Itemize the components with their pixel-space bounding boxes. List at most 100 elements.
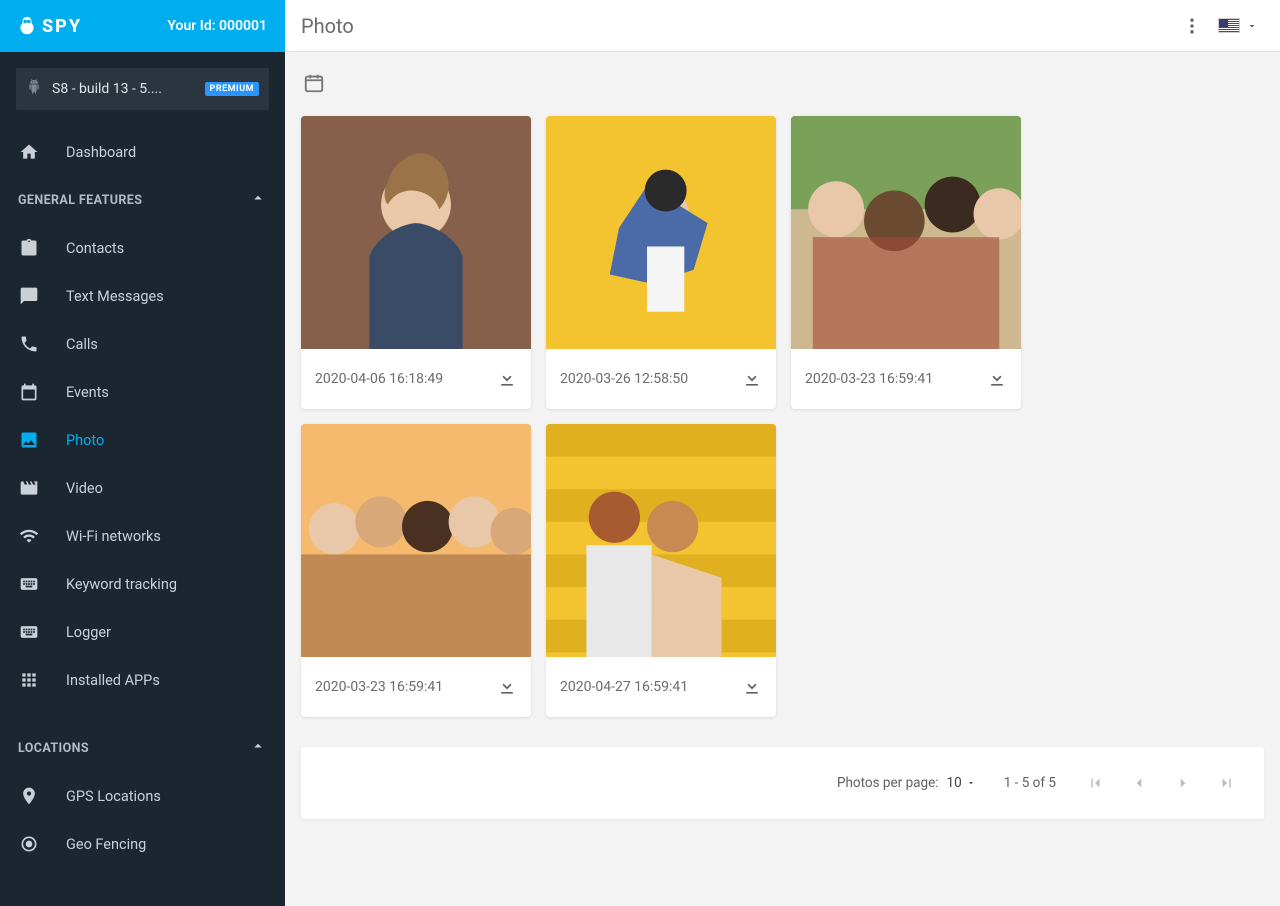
sidebar-item-geo-fencing[interactable]: Geo Fencing <box>0 820 285 868</box>
photo-card-footer: 2020-03-23 16:59:41 <box>301 657 531 717</box>
sidebar-item-gps-locations[interactable]: GPS Locations <box>0 772 285 820</box>
chevron-up-icon <box>249 737 267 759</box>
prev-page-button[interactable] <box>1128 772 1150 794</box>
download-button[interactable] <box>497 369 517 389</box>
photo-thumbnail <box>301 116 531 349</box>
sidebar-item-label: GPS Locations <box>66 788 161 805</box>
photo-card[interactable]: 2020-03-23 16:59:41 <box>791 116 1021 409</box>
photo-timestamp: 2020-04-27 16:59:41 <box>560 679 688 695</box>
sidebar-item-label: Video <box>66 480 103 497</box>
section-label: LOCATIONS <box>18 741 89 756</box>
logo-icon <box>16 15 38 37</box>
photo-thumbnail <box>546 424 776 657</box>
home-icon <box>18 141 40 163</box>
pagination-buttons <box>1084 772 1238 794</box>
phone-icon <box>18 333 40 355</box>
sidebar-item-dashboard[interactable]: Dashboard <box>0 128 285 176</box>
apps-icon <box>18 669 40 691</box>
section-general-features[interactable]: GENERAL FEATURES <box>0 176 285 224</box>
sidebar-item-logger[interactable]: Logger <box>0 608 285 656</box>
premium-badge: PREMIUM <box>205 82 259 96</box>
per-page-control: Photos per page: 10 <box>837 775 976 791</box>
sidebar-item-label: Installed APPs <box>66 672 160 689</box>
last-page-button[interactable] <box>1216 772 1238 794</box>
keyboard-icon <box>18 621 40 643</box>
sidebar-item-calls[interactable]: Calls <box>0 320 285 368</box>
sidebar-item-label: Geo Fencing <box>66 836 146 853</box>
photo-thumbnail <box>301 424 531 657</box>
device-label: S8 - build 13 - 5.... <box>52 81 162 97</box>
us-flag-icon <box>1218 18 1240 33</box>
chevron-down-icon <box>966 778 976 788</box>
photo-card[interactable]: 2020-04-06 16:18:49 <box>301 116 531 409</box>
photo-card-footer: 2020-04-06 16:18:49 <box>301 349 531 409</box>
brand-logo[interactable]: SPY <box>16 15 82 37</box>
sidebar-item-label: Dashboard <box>66 144 136 161</box>
photo-timestamp: 2020-03-26 12:58:50 <box>560 371 688 387</box>
download-button[interactable] <box>987 369 1007 389</box>
sidebar-item-events[interactable]: Events <box>0 368 285 416</box>
page-range-label: 1 - 5 of 5 <box>1004 775 1056 791</box>
photo-thumbnail <box>791 116 1021 349</box>
download-button[interactable] <box>497 677 517 697</box>
sidebar-item-video[interactable]: Video <box>0 464 285 512</box>
sidebar-header: SPY Your Id: 000001 <box>0 0 285 52</box>
photo-timestamp: 2020-03-23 16:59:41 <box>315 679 443 695</box>
first-page-button[interactable] <box>1084 772 1106 794</box>
next-page-button[interactable] <box>1172 772 1194 794</box>
device-selector[interactable]: S8 - build 13 - 5.... PREMIUM <box>16 68 269 110</box>
calendar-filter-button[interactable] <box>303 72 327 96</box>
photo-timestamp: 2020-03-23 16:59:41 <box>805 371 933 387</box>
photo-card-footer: 2020-04-27 16:59:41 <box>546 657 776 717</box>
chat-icon <box>18 285 40 307</box>
clipboard-icon <box>18 237 40 259</box>
sidebar-item-photo[interactable]: Photo <box>0 416 285 464</box>
download-button[interactable] <box>742 677 762 697</box>
photo-card-footer: 2020-03-23 16:59:41 <box>791 349 1021 409</box>
content: 2020-04-06 16:18:49 2020-03-26 12:58:50 <box>285 52 1280 906</box>
sidebar-item-text-messages[interactable]: Text Messages <box>0 272 285 320</box>
page-title: Photo <box>301 14 354 38</box>
chevron-up-icon <box>249 189 267 211</box>
photo-card-footer: 2020-03-26 12:58:50 <box>546 349 776 409</box>
sidebar-item-installed-apps[interactable]: Installed APPs <box>0 656 285 704</box>
per-page-label: Photos per page: <box>837 775 939 791</box>
user-id-label: Your Id: 000001 <box>167 18 267 34</box>
main-area: Photo 2020-04-06 16:18:49 <box>285 0 1280 906</box>
chevron-down-icon <box>1246 20 1258 32</box>
android-icon <box>26 79 42 99</box>
per-page-select[interactable]: 10 <box>947 775 976 791</box>
sidebar-item-label: Calls <box>66 336 98 353</box>
calendar-icon <box>303 72 325 94</box>
kebab-icon <box>1182 16 1202 36</box>
pin-icon <box>18 785 40 807</box>
brand-text: SPY <box>42 16 82 37</box>
sidebar-item-contacts[interactable]: Contacts <box>0 224 285 272</box>
sidebar-item-label: Wi-Fi networks <box>66 528 161 545</box>
calendar-icon <box>18 381 40 403</box>
section-label: GENERAL FEATURES <box>18 193 142 208</box>
sidebar-item-label: Events <box>66 384 109 401</box>
language-selector[interactable] <box>1218 18 1258 33</box>
sidebar-item-label: Logger <box>66 624 111 641</box>
section-locations[interactable]: LOCATIONS <box>0 724 285 772</box>
photo-icon <box>18 429 40 451</box>
sidebar-item-keyword-tracking[interactable]: Keyword tracking <box>0 560 285 608</box>
topbar: Photo <box>285 0 1280 52</box>
more-menu-button[interactable] <box>1180 14 1204 38</box>
sidebar-item-label: Photo <box>66 432 104 449</box>
pagination-bar: Photos per page: 10 1 - 5 of 5 <box>301 747 1264 819</box>
sidebar-item-label: Contacts <box>66 240 124 257</box>
photo-card[interactable]: 2020-03-23 16:59:41 <box>301 424 531 717</box>
sidebar-item-label: Keyword tracking <box>66 576 177 593</box>
photo-card[interactable]: 2020-03-26 12:58:50 <box>546 116 776 409</box>
sidebar: SPY Your Id: 000001 S8 - build 13 - 5...… <box>0 0 285 906</box>
sidebar-item-label: Text Messages <box>66 288 164 305</box>
sidebar-item-wifi[interactable]: Wi-Fi networks <box>0 512 285 560</box>
photo-thumbnail <box>546 116 776 349</box>
download-button[interactable] <box>742 369 762 389</box>
photo-card[interactable]: 2020-04-27 16:59:41 <box>546 424 776 717</box>
video-icon <box>18 477 40 499</box>
photo-timestamp: 2020-04-06 16:18:49 <box>315 371 443 387</box>
photo-grid: 2020-04-06 16:18:49 2020-03-26 12:58:50 <box>301 116 1264 717</box>
